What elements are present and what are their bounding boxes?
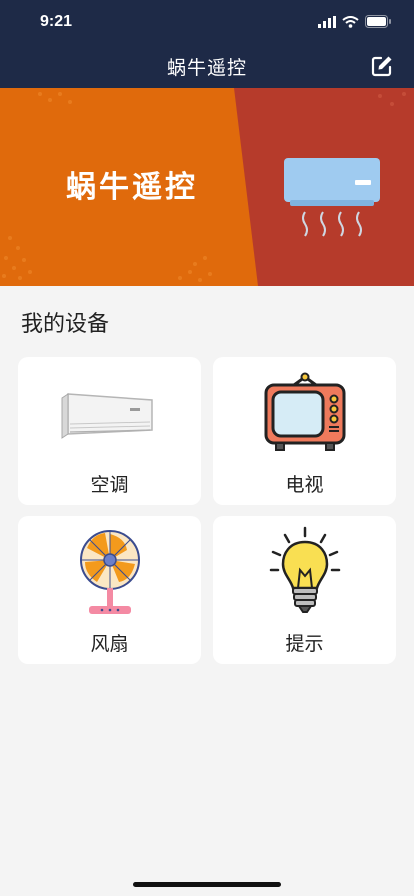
air-conditioner-icon	[61, 393, 153, 439]
device-card-fan[interactable]: 风扇	[18, 516, 201, 664]
device-card-air-conditioner[interactable]: 空调	[18, 357, 201, 505]
battery-icon	[365, 15, 391, 28]
device-label: 空调	[90, 474, 129, 496]
device-card-tips[interactable]: 提示	[213, 516, 396, 664]
hero-banner: 蜗牛遥控	[0, 88, 414, 286]
status-icons	[318, 15, 392, 28]
device-label: 风扇	[90, 633, 129, 655]
section-title: 我的设备	[21, 312, 110, 337]
wifi-icon	[342, 15, 359, 28]
tv-icon	[264, 372, 345, 451]
nav-bar: 蜗牛遥控	[0, 44, 414, 88]
device-label: 提示	[285, 633, 324, 655]
device-card-tv[interactable]: 电视	[213, 357, 396, 505]
device-label: 电视	[285, 474, 324, 496]
home-indicator[interactable]	[133, 882, 281, 887]
status-time: 9:21	[40, 13, 73, 30]
fan-icon	[79, 530, 140, 614]
page-title: 蜗牛遥控	[166, 57, 247, 79]
banner-title: 蜗牛遥控	[66, 170, 198, 205]
status-bar: 9:21	[0, 0, 414, 44]
signal-icon	[318, 15, 336, 28]
lightbulb-icon	[269, 526, 340, 613]
edit-icon[interactable]	[370, 54, 394, 78]
